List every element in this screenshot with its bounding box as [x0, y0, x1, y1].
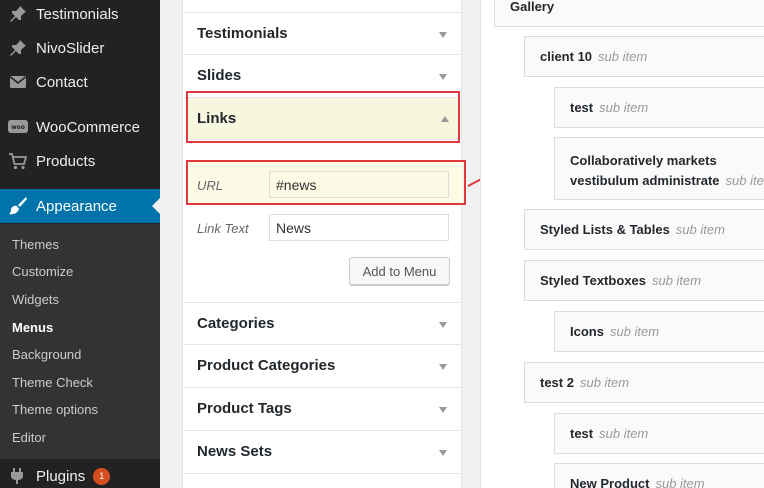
menu-structure: Gallery client 10 sub item test sub item C… — [480, 0, 764, 488]
menu-node-type: sub item — [579, 375, 630, 390]
link-text-input[interactable] — [269, 214, 449, 241]
accordion-product-categories[interactable]: Product Categories — [183, 345, 461, 388]
url-label: URL — [197, 178, 224, 193]
menu-items-accordion: Testimonials Slides Links URL Link Text … — [182, 0, 463, 488]
menu-node-title: test 2 — [540, 375, 574, 390]
cart-icon — [0, 152, 36, 170]
submenu-themes[interactable]: Themes — [12, 237, 59, 252]
menu-node-type: sub item — [675, 222, 725, 237]
chevron-down-icon — [439, 74, 447, 80]
menu-node-test-b[interactable]: test sub item — [554, 413, 764, 454]
menu-node-title: Collaboratively markets vestibulum admin… — [570, 153, 720, 188]
menu-node-title: Gallery — [510, 0, 555, 14]
url-input[interactable] — [269, 171, 449, 198]
pin-icon — [0, 39, 36, 57]
menu-plugins[interactable]: Plugins 1 — [0, 459, 160, 488]
accordion-slides[interactable]: Slides — [183, 55, 461, 98]
menu-node-new-product[interactable]: New Product sub item — [554, 463, 764, 488]
menu-nivoslider[interactable]: NivoSlider — [0, 31, 160, 65]
update-count-badge: 1 — [93, 467, 111, 485]
accordion-title: Product Categories — [197, 357, 336, 374]
menu-contact[interactable]: Contact — [0, 65, 160, 99]
menu-products[interactable]: Products — [0, 144, 160, 178]
menu-node-collaboratively[interactable]: Collaboratively markets vestibulum admin… — [554, 137, 764, 200]
accordion-links[interactable]: Links — [187, 98, 459, 140]
chevron-down-icon — [439, 450, 447, 456]
menu-node-title: Styled Lists & Tables — [540, 222, 670, 237]
menu-appearance[interactable]: Appearance — [0, 189, 160, 223]
menu-node-title: test — [570, 426, 594, 441]
accordion-title: Product Tags — [197, 400, 292, 417]
menu-node-type: sub item — [609, 324, 660, 339]
menu-label: WooCommerce — [36, 118, 140, 136]
chevron-up-icon — [441, 116, 449, 122]
menu-node-type: sub item — [655, 476, 705, 488]
menu-label: Contact — [36, 73, 88, 91]
woocommerce-icon: woo — [0, 120, 36, 134]
menu-label: NivoSlider — [36, 39, 105, 57]
accordion-title: Slides — [197, 67, 242, 84]
admin-sidebar: Testimonials NivoSlider Contact woo WooC… — [0, 0, 160, 488]
submenu-customize[interactable]: Customize — [12, 264, 73, 279]
link-text-label: Link Text — [197, 221, 249, 236]
svg-text:woo: woo — [11, 124, 25, 131]
menu-node-title: client 10 — [540, 49, 593, 64]
submenu-menus[interactable]: Menus — [12, 320, 53, 335]
menu-node-title: New Product — [570, 476, 650, 488]
menu-label: Testimonials — [36, 5, 119, 23]
menu-node-type: sub item — [599, 100, 649, 115]
plug-icon — [0, 467, 36, 485]
menu-label: Appearance — [36, 197, 117, 215]
brush-icon — [0, 196, 36, 216]
menu-label: Plugins — [36, 467, 86, 485]
menu-node-title: Icons — [570, 324, 604, 339]
menu-node-type: sub item — [599, 426, 649, 441]
accordion-news-sets[interactable]: News Sets — [183, 431, 461, 474]
chevron-down-icon — [439, 364, 447, 370]
submenu-background[interactable]: Background — [12, 347, 81, 362]
add-to-menu-button[interactable]: Add to Menu — [349, 257, 450, 285]
menu-node-test[interactable]: test sub item — [554, 87, 764, 128]
submenu-editor[interactable]: Editor — [12, 430, 46, 445]
chevron-down-icon — [439, 322, 447, 328]
accordion-categories[interactable]: Categories — [183, 302, 461, 345]
menu-node-client-10[interactable]: client 10 sub item — [524, 36, 764, 77]
accordion-testimonials[interactable]: Testimonials — [183, 12, 461, 55]
menu-testimonials[interactable]: Testimonials — [0, 0, 160, 31]
menu-node-icons[interactable]: Icons sub item — [554, 311, 764, 352]
accordion-title: Links — [197, 110, 237, 127]
menu-node-type: sub item — [598, 49, 648, 64]
accordion-product-tags[interactable]: Product Tags — [183, 388, 461, 431]
menu-node-title: Styled Textboxes — [540, 273, 646, 288]
menu-label: Products — [36, 152, 96, 170]
menu-woocommerce[interactable]: woo WooCommerce — [0, 110, 160, 144]
pin-icon — [0, 5, 36, 23]
chevron-down-icon — [439, 32, 447, 38]
menu-node-styled-textboxes[interactable]: Styled Textboxes sub item — [524, 260, 764, 301]
submenu-widgets[interactable]: Widgets — [12, 292, 59, 307]
menu-node-type: sub item — [725, 173, 764, 188]
appearance-submenu: Themes Customize Widgets Menus Backgroun… — [0, 224, 160, 459]
menu-node-test-2[interactable]: test 2 sub item — [524, 362, 764, 403]
menu-node-styled-lists[interactable]: Styled Lists & Tables sub item — [524, 209, 764, 250]
accordion-title: News Sets — [197, 443, 273, 460]
menu-node-type: sub item — [651, 273, 702, 288]
accordion-title: Categories — [197, 315, 275, 332]
chevron-down-icon — [439, 407, 447, 413]
menu-node-gallery[interactable]: Gallery — [494, 0, 764, 27]
accordion-title: Testimonials — [197, 25, 288, 42]
submenu-theme-check[interactable]: Theme Check — [12, 375, 93, 390]
submenu-theme-options[interactable]: Theme options — [12, 402, 98, 417]
menu-node-title: test — [570, 100, 594, 115]
envelope-icon — [0, 75, 36, 89]
